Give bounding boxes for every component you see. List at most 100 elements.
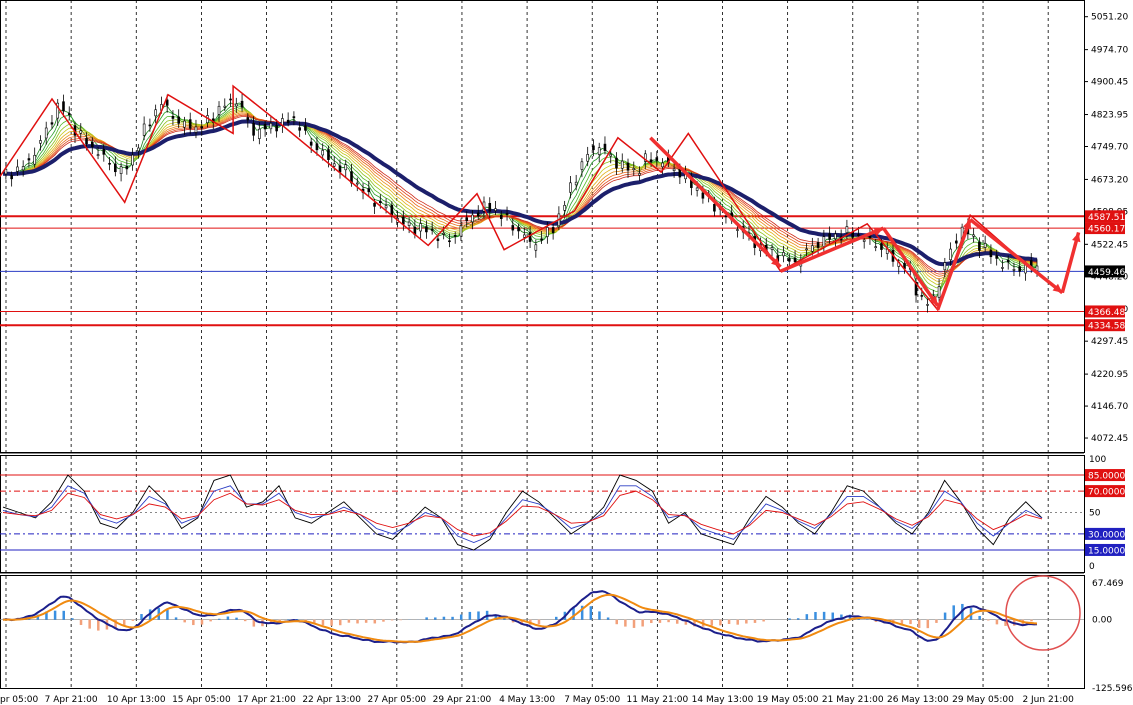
candle-body <box>90 142 94 148</box>
background <box>0 0 1133 705</box>
candle-body <box>713 203 716 212</box>
level-tag-label: 4334.58 <box>1088 322 1125 332</box>
candle-body <box>592 145 595 151</box>
candle-body <box>603 143 607 151</box>
candle-body <box>862 239 866 242</box>
macd-bar <box>356 619 359 624</box>
candle-body <box>384 205 388 209</box>
macd-bar <box>477 611 480 620</box>
candle-body <box>1001 267 1004 269</box>
candle-body <box>67 113 71 115</box>
candle-body <box>425 226 428 233</box>
stoch-tick-label: 100 <box>1089 455 1106 465</box>
macd-bar <box>598 611 601 620</box>
y-tick-label: 4220.95 <box>1091 370 1128 380</box>
candle-body <box>845 226 849 233</box>
candle-body <box>816 242 820 248</box>
macd-bar <box>140 614 143 620</box>
macd-bar <box>382 619 385 622</box>
candle-body <box>402 216 405 225</box>
candle-body <box>597 147 601 155</box>
macd-bar <box>935 619 938 623</box>
candle-body <box>229 98 232 101</box>
candle-body <box>811 245 814 252</box>
candle-body <box>701 192 705 199</box>
candle-body <box>223 105 227 108</box>
y-tick-label: 4823.95 <box>1091 111 1128 121</box>
candle-body <box>108 162 111 165</box>
candle-body <box>194 126 198 133</box>
x-tick-label: 29 Apr 21:00 <box>433 695 492 705</box>
macd-bar <box>667 619 670 623</box>
candle-body <box>1006 259 1010 263</box>
x-tick-label: 11 May 21:00 <box>627 695 689 705</box>
candle-body <box>834 233 837 240</box>
candle-body <box>315 143 319 151</box>
macd-bar <box>995 619 999 625</box>
macd-bar <box>468 611 472 620</box>
candle-body <box>240 100 244 108</box>
candle-body <box>332 163 336 167</box>
candle-body <box>949 248 952 260</box>
candle-body <box>453 235 457 237</box>
macd-bar <box>88 619 91 629</box>
macd-bar <box>762 619 765 622</box>
candle-body <box>989 249 993 258</box>
macd-bar <box>753 619 757 623</box>
macd-bar <box>796 618 800 620</box>
candle-body <box>131 154 134 166</box>
macd-bar <box>987 619 990 621</box>
candle-body <box>355 182 359 185</box>
candle-body <box>471 214 474 223</box>
candle-body <box>298 127 301 131</box>
candle-body <box>177 116 180 124</box>
macd-bar <box>727 619 731 625</box>
candle-body <box>419 223 422 232</box>
candle-body <box>119 166 123 174</box>
candle-body <box>327 149 330 160</box>
x-tick-label: 19 May 05:00 <box>757 695 819 705</box>
macd-bar <box>243 619 247 622</box>
candle-body <box>632 168 636 171</box>
macd-bar <box>71 618 74 620</box>
x-tick-label: pr 05:00 <box>0 695 38 705</box>
macd-bar <box>53 610 57 620</box>
macd-bar <box>822 611 826 620</box>
candle-body <box>39 140 42 144</box>
macd-bar <box>451 616 454 620</box>
candle-body <box>448 240 451 243</box>
macd-bar <box>814 612 817 620</box>
candle-body <box>534 244 538 251</box>
macd-bar <box>183 619 186 623</box>
candle-body <box>574 181 578 186</box>
candle-body <box>926 304 929 306</box>
candle-body <box>379 200 382 204</box>
stoch-level-label: 70.0000 <box>1088 488 1125 498</box>
candle-body <box>563 205 566 211</box>
macd-bar <box>218 618 221 620</box>
candle-body <box>770 247 774 250</box>
candle-body <box>546 227 549 237</box>
macd-bar <box>364 619 368 623</box>
macd-bar <box>209 619 212 622</box>
macd-bar <box>658 619 662 623</box>
candle-body <box>263 124 267 130</box>
candle-body <box>96 154 100 156</box>
y-tick-label: 4749.70 <box>1091 142 1128 152</box>
x-tick-label: 27 Apr 05:00 <box>367 695 426 705</box>
candle-body <box>269 123 273 130</box>
x-tick-label: 22 Apr 13:00 <box>302 695 361 705</box>
trading-chart[interactable]: pr 05:00 7 Apr 21:00 10 Apr 13:00 15 Apr 05… <box>0 0 1133 705</box>
candle-body <box>828 233 831 240</box>
candle-body <box>488 202 492 212</box>
candle-body <box>436 238 440 241</box>
candle-body <box>822 236 826 247</box>
candle-body <box>517 227 520 232</box>
x-tick-label: 21 May 21:00 <box>822 695 884 705</box>
macd-bar <box>321 619 325 626</box>
candle-body <box>44 127 48 139</box>
macd-bar <box>62 610 65 620</box>
candle-body <box>292 116 296 119</box>
y-tick-label: 4146.70 <box>1091 402 1128 412</box>
macd-tick-label: 0.00 <box>1092 616 1112 626</box>
